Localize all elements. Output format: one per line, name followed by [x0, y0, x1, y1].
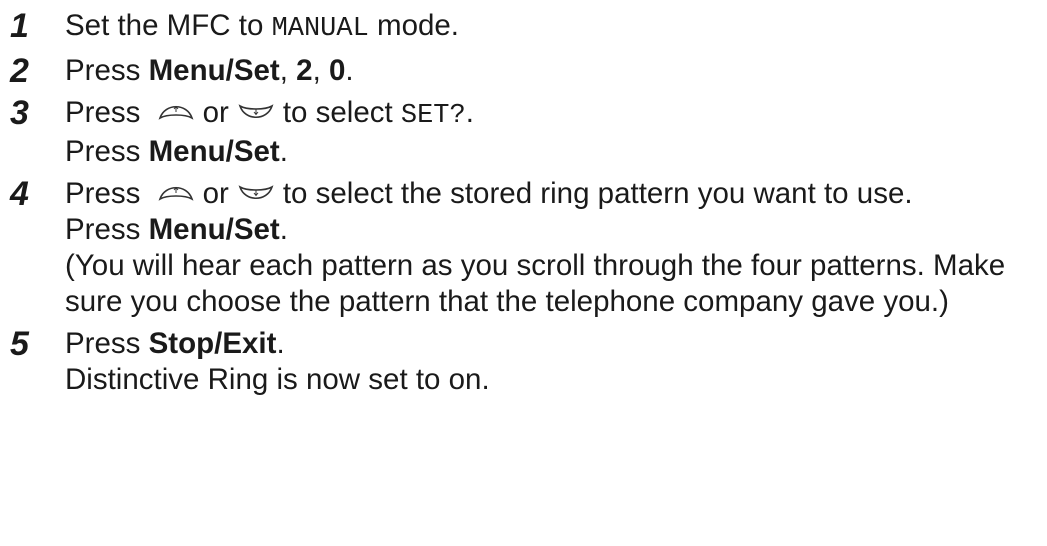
step-3: 3 Press or to select SET?. Press Menu/Set…: [10, 95, 1040, 170]
key-name: Menu/Set: [148, 135, 280, 168]
key-name: 2: [296, 54, 313, 87]
down-arrow-key-icon: [237, 100, 275, 124]
step-text: Press or to select SET?.: [65, 96, 474, 131]
step-note: (You will hear each pattern as you scrol…: [65, 249, 1006, 318]
key-name: Stop/Exit: [148, 327, 277, 360]
display-code: MANUAL: [271, 14, 369, 44]
step-text: Press or to select the stored ring patter…: [65, 177, 913, 210]
step-result: Distinctive Ring is now set to on.: [65, 363, 490, 396]
step-text: Press Menu/Set.: [65, 135, 288, 168]
step-1: 1 Set the MFC to MANUAL mode.: [10, 8, 1040, 47]
down-arrow-key-icon: [237, 181, 275, 205]
step-text: Press Menu/Set.: [65, 213, 288, 246]
display-code: SET?: [400, 101, 466, 131]
step-number: 4: [10, 175, 29, 213]
step-number: 1: [10, 7, 29, 45]
step-text: Set the MFC to MANUAL mode.: [65, 9, 459, 44]
key-name: 0: [328, 54, 346, 87]
step-number: 5: [10, 325, 29, 363]
step-2: 2 Press Menu/Set, 2, 0.: [10, 53, 1040, 89]
step-number: 2: [10, 52, 29, 90]
up-arrow-key-icon: [157, 100, 195, 124]
instruction-steps: 1 Set the MFC to MANUAL mode. 2 Press Me…: [10, 8, 1040, 404]
step-text: Press Menu/Set, 2, 0.: [65, 54, 354, 87]
key-name: Menu/Set: [148, 213, 280, 246]
key-name: Menu/Set: [148, 54, 280, 87]
up-arrow-key-icon: [157, 181, 195, 205]
step-4: 4 Press or to select the stored ring patt…: [10, 176, 1040, 320]
step-number: 3: [10, 94, 29, 132]
step-5: 5 Press Stop/Exit. Distinctive Ring is n…: [10, 326, 1040, 398]
step-text: Press Stop/Exit.: [65, 327, 285, 360]
